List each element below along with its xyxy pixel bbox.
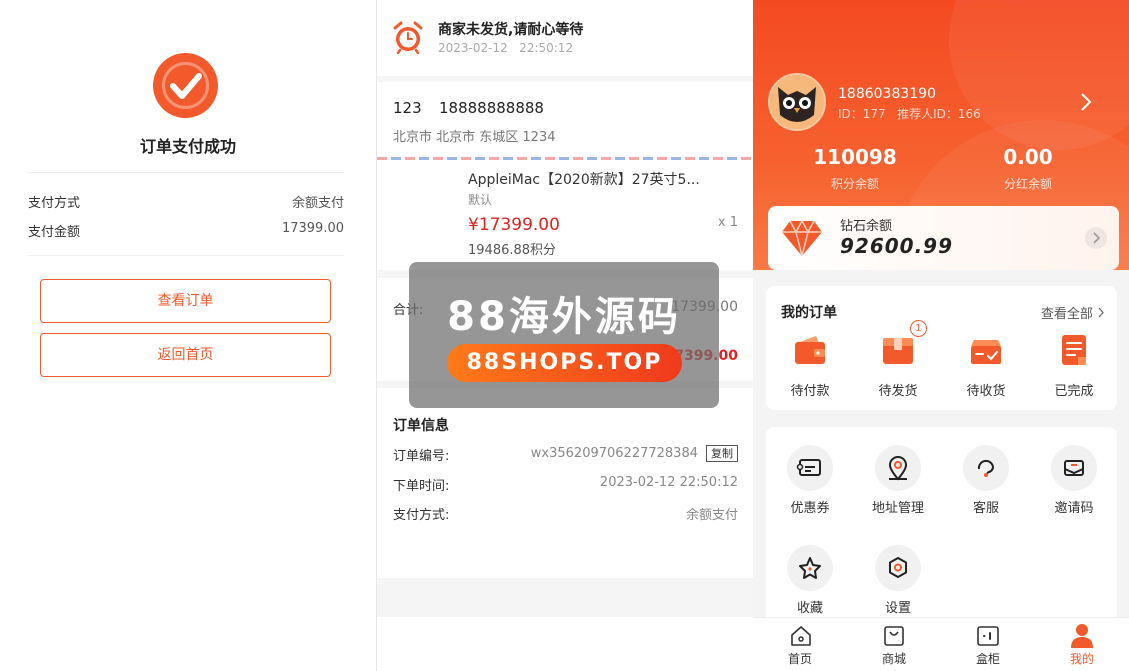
location-icon — [875, 445, 921, 491]
my-orders-card: 我的订单 查看全部 待付款 1 待发货 待收货 已完成 — [766, 286, 1117, 410]
goods-item[interactable]: AppleiMac【2020新款】27英寸5... 默认 ¥17399.00 x… — [377, 160, 754, 270]
points-balance-value: 110098 — [813, 145, 897, 169]
service-label: 优惠券 — [790, 501, 830, 516]
home-icon — [791, 626, 811, 646]
divider — [28, 172, 344, 173]
services-card: 优惠券 地址管理 客服 邀请码 收藏 设置 — [766, 427, 1117, 627]
tab-home[interactable]: 首页 — [753, 618, 847, 671]
diamond-value: 92600.99 — [840, 234, 954, 258]
copy-button[interactable]: 复制 — [706, 445, 738, 462]
shopping-bag-icon — [884, 626, 904, 646]
order-status-section: 商家未发货,请耐心等待 2023-02-12 22:50:12 — [377, 0, 754, 76]
goods-price: ¥17399.00 — [468, 215, 560, 235]
row-label: 支付金额 — [28, 225, 81, 240]
view-order-button[interactable]: 查看订单 — [40, 279, 331, 323]
dividend-balance-label: 分红余额 — [1003, 177, 1052, 191]
payment-method-row: 支付方式 余额支付 — [28, 192, 344, 211]
payment-method-row: 支付方式: 余额支付 — [393, 504, 738, 523]
divider — [28, 255, 344, 256]
package-icon — [883, 338, 913, 364]
points-balance-label: 积分余额 — [830, 177, 879, 191]
headset-icon — [963, 445, 1009, 491]
row-value: 17399.00 — [281, 221, 344, 236]
order-number-row: 订单编号: wx356209706227728384 复制 — [393, 445, 738, 464]
tab-label: 首页 — [787, 652, 812, 666]
order-info-section: 订单信息 订单编号: wx356209706227728384 复制 下单时间: … — [377, 388, 754, 578]
order-status-title: 商家未发货,请耐心等待 — [438, 22, 584, 38]
chevron-right-icon — [1085, 227, 1107, 249]
diamond-label: 钻石余额 — [840, 219, 893, 234]
order-count-badge: 1 — [910, 320, 927, 337]
document-icon — [1062, 335, 1086, 365]
row-value: 余额支付 — [685, 508, 738, 523]
order-number-value: wx356209706227728384 复制 — [531, 445, 738, 462]
service-label: 收藏 — [796, 601, 823, 616]
truck-icon — [971, 340, 1001, 364]
alarm-clock-icon — [391, 20, 425, 58]
chevron-right-icon[interactable] — [1079, 92, 1093, 116]
user-icon — [1071, 624, 1093, 648]
tab-label: 商城 — [881, 652, 906, 666]
coupon-icon — [787, 445, 833, 491]
goods-quantity: x 1 — [717, 215, 738, 230]
order-status-label: 待收货 — [966, 384, 1006, 399]
service-label: 地址管理 — [871, 501, 924, 516]
payment-amount-row: 支付金额 17399.00 — [28, 221, 344, 240]
goods-name: AppleiMac【2020新款】27英寸5... — [468, 172, 700, 188]
goods-points: 19486.88积分 — [468, 243, 557, 258]
tab-cabinet[interactable]: 盒柜 — [941, 618, 1035, 671]
row-label: 订单编号: — [393, 449, 450, 464]
dividend-balance-value: 0.00 — [1003, 145, 1053, 169]
order-status-label: 待付款 — [790, 384, 830, 399]
order-number: wx356209706227728384 — [530, 446, 698, 461]
order-status-label: 已完成 — [1054, 384, 1094, 399]
wallet-icon — [795, 336, 825, 364]
gear-icon — [875, 545, 921, 591]
service-label: 设置 — [884, 601, 911, 616]
order-info-title: 订单信息 — [393, 418, 449, 434]
envelope-icon — [1051, 445, 1097, 491]
order-status-label: 待发货 — [878, 384, 918, 399]
user-phone: 18860383190 — [838, 86, 936, 102]
chevron-right-icon — [1098, 307, 1104, 318]
goods-spec: 默认 — [468, 193, 493, 207]
service-label: 邀请码 — [1054, 501, 1094, 516]
row-value: 2023-02-12 22:50:12 — [599, 475, 738, 490]
my-orders-title: 我的订单 — [781, 305, 837, 321]
view-all-orders-link[interactable]: 查看全部 — [1041, 303, 1105, 322]
watermark-url: 88SHOPS.TOP — [447, 344, 682, 382]
recipient-name: 123 — [393, 99, 422, 117]
tab-mall[interactable]: 商城 — [847, 618, 941, 671]
shipping-address[interactable]: 123 18888888888 北京市 北京市 东城区 1234 — [377, 82, 754, 160]
row-label: 支付方式 — [28, 196, 81, 211]
tab-mine[interactable]: 我的 — [1035, 618, 1129, 671]
order-status-time: 2023-02-12 22:50:12 — [438, 41, 574, 55]
profile-panel: 18860383190 ID：177 推荐人ID：166 110098 积分余额… — [753, 0, 1129, 671]
diamond-icon — [780, 218, 824, 262]
back-home-button[interactable]: 返回首页 — [40, 333, 331, 377]
payment-success-panel: 订单支付成功 支付方式 余额支付 支付金额 17399.00 查看订单 返回首页 — [0, 0, 376, 671]
avatar[interactable] — [768, 73, 826, 131]
service-label: 客服 — [972, 501, 999, 516]
view-all-label: 查看全部 — [1040, 307, 1093, 322]
recipient-phone: 18888888888 — [439, 99, 544, 117]
order-time-row: 下单时间: 2023-02-12 22:50:12 — [393, 475, 738, 494]
tab-label: 盒柜 — [975, 652, 1000, 666]
bottom-bar — [377, 617, 754, 671]
watermark-title: 88海外源码 — [447, 294, 681, 340]
watermark: 88海外源码 88SHOPS.TOP — [409, 262, 719, 408]
page-title: 订单支付成功 — [139, 137, 236, 156]
cabinet-icon — [977, 626, 999, 646]
row-value: 余额支付 — [291, 196, 344, 211]
user-id: ID：177 推荐人ID：166 — [838, 107, 981, 121]
diamond-balance-card[interactable]: 钻石余额 92600.99 — [768, 206, 1119, 270]
tab-label: 我的 — [1069, 652, 1094, 666]
address-detail: 北京市 北京市 东城区 1234 — [393, 130, 556, 145]
success-check-icon — [153, 53, 218, 118]
row-label: 支付方式: — [393, 508, 450, 523]
row-label: 下单时间: — [393, 479, 450, 494]
bottom-tab-bar: 首页 商城 盒柜 我的 — [753, 617, 1129, 671]
star-icon — [787, 545, 833, 591]
